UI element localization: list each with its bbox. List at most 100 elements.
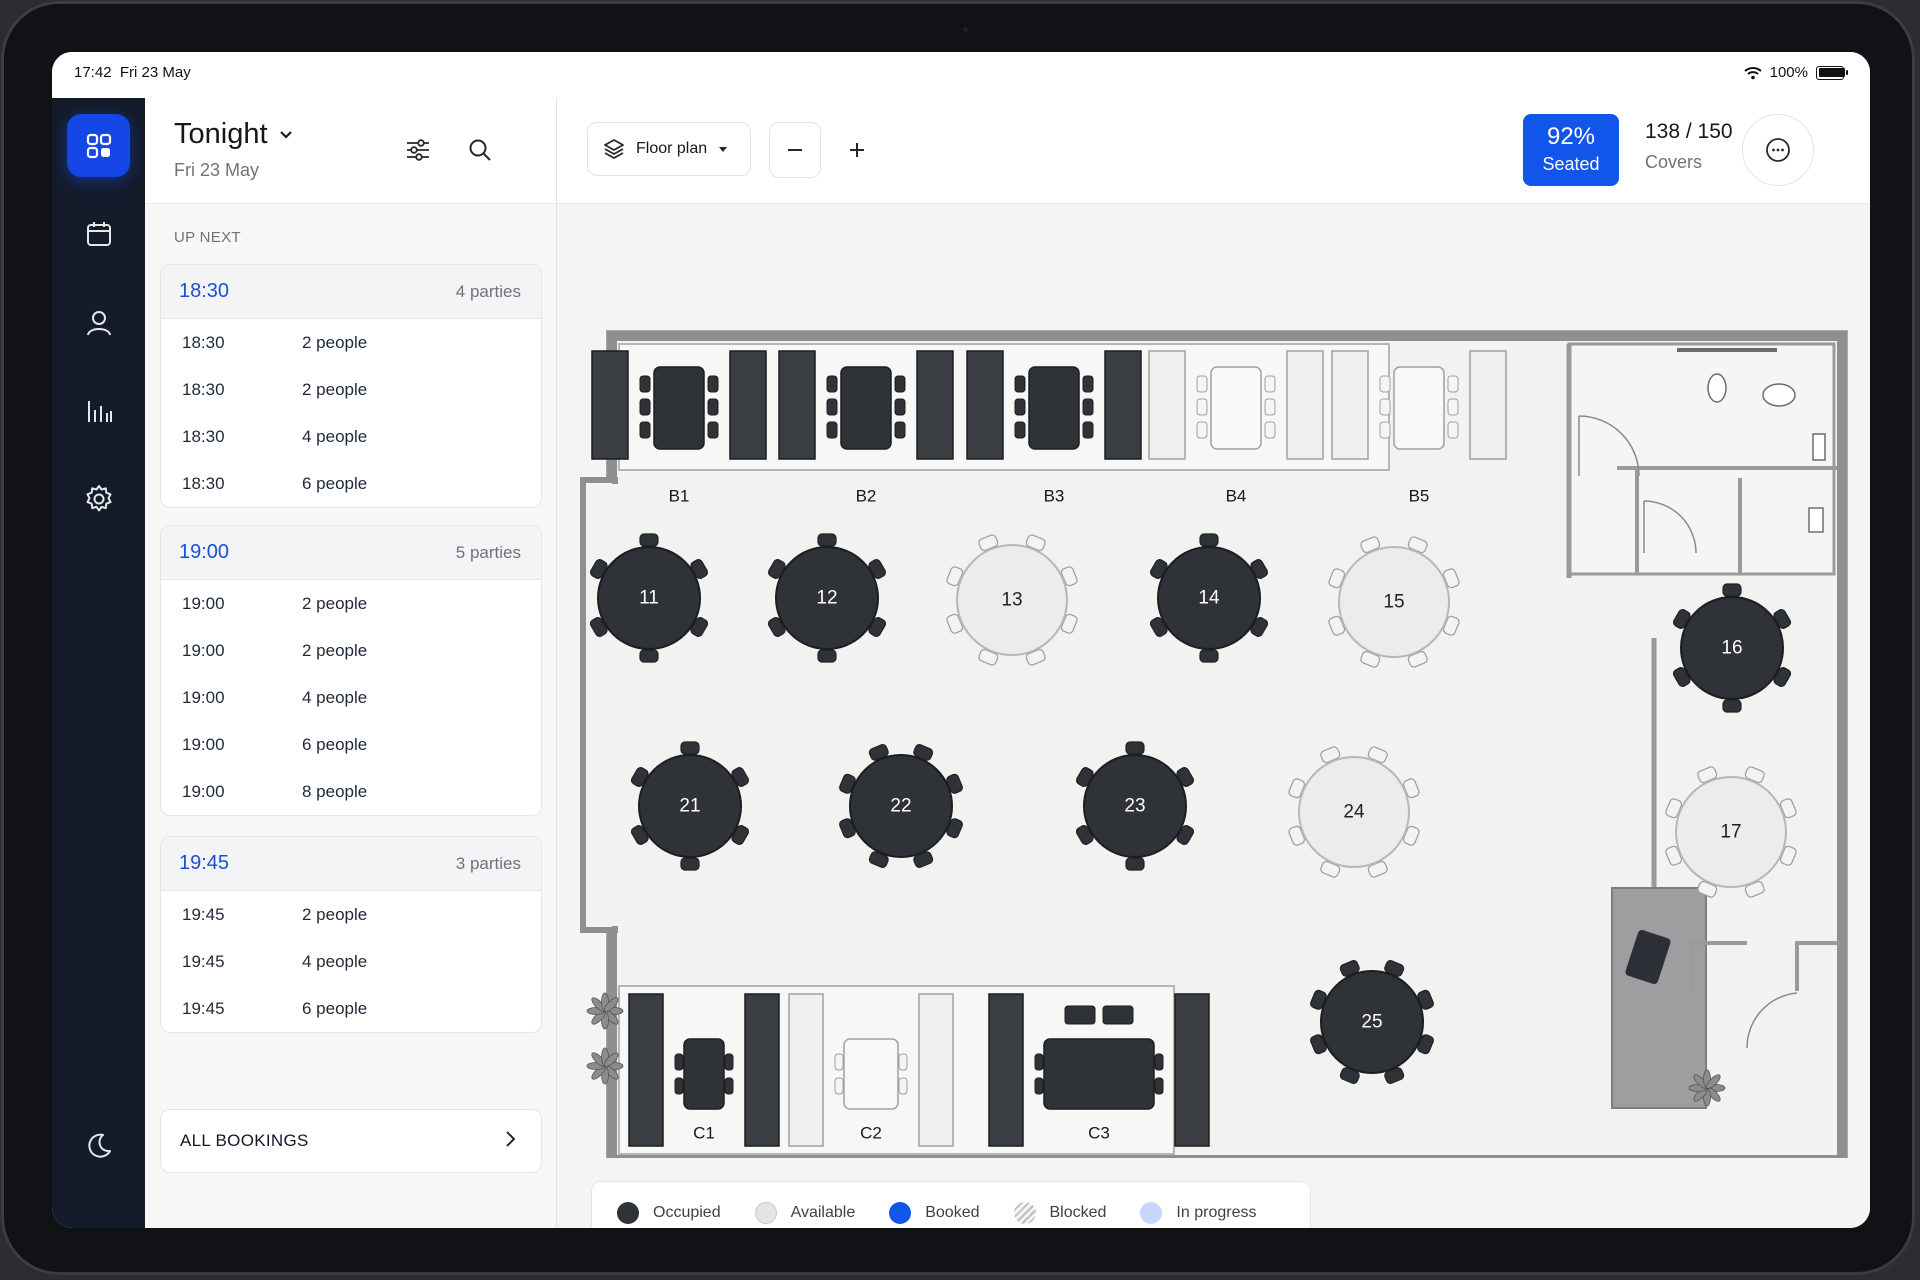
chair — [707, 375, 719, 393]
panel-header: Tonight Fri 23 May — [145, 98, 556, 204]
table-label: 12 — [816, 588, 837, 609]
booking-row[interactable]: 19:45 6 people — [161, 985, 541, 1032]
group-header[interactable]: 18:30 4 parties — [161, 265, 541, 319]
booking-time: 18:30 — [182, 427, 225, 446]
table-label: 24 — [1343, 802, 1365, 823]
chair — [894, 398, 906, 416]
table-label: 11 — [639, 588, 659, 609]
chair — [1199, 533, 1219, 547]
chevron-down-icon — [279, 130, 292, 139]
nav-guests[interactable] — [67, 291, 130, 354]
service-title: Tonight — [174, 118, 268, 150]
floor-plan-dropdown[interactable]: Floor plan — [587, 122, 751, 176]
status-legend: Occupied Available Booked Blocked In pro… — [591, 1181, 1311, 1228]
booking-row[interactable]: 19:45 2 people — [161, 891, 541, 938]
caret-down-icon — [719, 147, 728, 152]
booking-party-size: 2 people — [302, 380, 368, 399]
zoom-out-button[interactable] — [769, 122, 821, 178]
chair — [1199, 649, 1219, 663]
plant-icon — [586, 992, 624, 1030]
legend-item: Available — [754, 1202, 855, 1224]
chair — [674, 1053, 684, 1071]
booking-row[interactable]: 19:00 2 people — [161, 580, 541, 627]
toilet-icon — [1762, 383, 1796, 407]
seated-label: Seated — [1542, 154, 1600, 174]
nav-dashboard[interactable] — [67, 114, 130, 177]
table-label: 13 — [1001, 590, 1022, 611]
toilet-icon — [1707, 373, 1727, 403]
booking-time: 18:30 — [182, 333, 225, 352]
chair — [1014, 421, 1026, 439]
occupied-swatch — [617, 1202, 639, 1224]
chair — [680, 857, 700, 871]
group-header[interactable]: 19:00 5 parties — [161, 526, 541, 580]
blocked-swatch — [1013, 1202, 1036, 1224]
chair — [1034, 1053, 1044, 1071]
booking-row[interactable]: 18:30 6 people — [161, 460, 541, 507]
booth-bench — [916, 350, 954, 460]
booking-party-size: 4 people — [302, 688, 368, 707]
booking-party-size: 2 people — [302, 594, 368, 613]
table-label: C3 — [1088, 1124, 1110, 1143]
booking-party-size: 6 people — [302, 474, 368, 493]
sink-icon — [1808, 507, 1824, 533]
booking-time: 19:00 — [182, 594, 225, 613]
nav-dark-mode[interactable] — [67, 1114, 130, 1177]
chair — [826, 375, 838, 393]
nav-analytics[interactable] — [67, 379, 130, 442]
battery-text: 100% — [1769, 64, 1808, 81]
booking-row[interactable]: 18:30 2 people — [161, 366, 541, 413]
table-label: C1 — [693, 1124, 715, 1143]
chair — [1154, 1077, 1164, 1095]
chair — [1034, 1077, 1044, 1095]
nav-settings[interactable] — [67, 467, 130, 530]
booking-row[interactable]: 19:00 2 people — [161, 627, 541, 674]
nav-calendar[interactable] — [67, 202, 130, 265]
table-label: 23 — [1124, 796, 1145, 817]
filter-button[interactable] — [398, 130, 438, 170]
group-header[interactable]: 19:45 3 parties — [161, 837, 541, 891]
booking-row[interactable]: 19:00 6 people — [161, 721, 541, 768]
table-top — [1028, 366, 1080, 450]
booking-row[interactable]: 19:00 8 people — [161, 768, 541, 815]
search-button[interactable] — [460, 130, 500, 170]
more-options-button[interactable] — [1742, 114, 1814, 186]
battery-icon — [1816, 65, 1848, 80]
booth-bench — [1104, 350, 1142, 460]
table-top — [1210, 366, 1262, 450]
booth-bench — [788, 993, 824, 1147]
booth-bench — [1331, 350, 1369, 460]
search-icon — [469, 139, 491, 161]
chair — [639, 375, 651, 393]
plant-icon — [586, 1047, 624, 1085]
table-label: 25 — [1361, 1012, 1382, 1033]
chair — [817, 533, 837, 547]
chair — [1722, 583, 1742, 597]
table-top — [683, 1038, 725, 1110]
moon-icon — [87, 1133, 111, 1158]
booth-bench — [966, 350, 1004, 460]
chair — [1722, 699, 1742, 713]
booking-time: 18:30 — [182, 380, 225, 399]
booking-party-size: 2 people — [302, 333, 368, 352]
booth-bench — [591, 350, 629, 460]
booking-row[interactable]: 19:45 4 people — [161, 938, 541, 985]
service-selector[interactable]: Tonight — [174, 118, 294, 151]
booking-time: 19:00 — [182, 688, 225, 707]
booking-row[interactable]: 18:30 2 people — [161, 319, 541, 366]
booking-row[interactable]: 18:30 4 people — [161, 413, 541, 460]
legend-label: Booked — [925, 1204, 980, 1221]
booth-bench — [918, 993, 954, 1147]
zoom-in-button[interactable] — [831, 122, 883, 178]
table-top — [1393, 366, 1445, 450]
all-bookings-button[interactable]: ALL BOOKINGS — [160, 1109, 542, 1173]
analytics-icon — [87, 400, 112, 422]
layers-icon — [604, 139, 624, 159]
booking-row[interactable]: 19:00 4 people — [161, 674, 541, 721]
chair — [674, 1077, 684, 1095]
legend-label: Blocked — [1049, 1204, 1107, 1221]
booking-time: 19:45 — [182, 952, 225, 971]
floor-toolbar: Floor plan 92% Seated 138 / 150 Covers — [557, 98, 1870, 204]
chair — [826, 421, 838, 439]
booking-time: 19:00 — [182, 641, 225, 660]
